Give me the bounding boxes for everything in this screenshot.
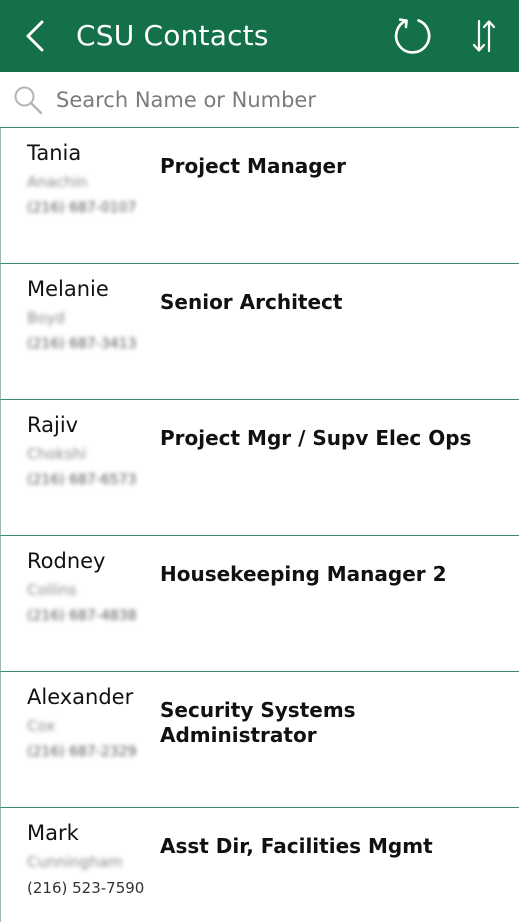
contact-last-name: Cunningham <box>27 853 123 871</box>
contact-phone: (216) 687-0107 <box>27 200 137 216</box>
sort-button[interactable] <box>468 15 500 57</box>
refresh-button[interactable] <box>392 15 434 57</box>
contact-last-name: Collins <box>27 581 77 599</box>
contact-row[interactable]: Tania Anachin (216) 687-0107 Project Man… <box>0 128 519 264</box>
contact-first-name: Rodney <box>27 549 106 573</box>
app-header: CSU Contacts <box>0 0 519 72</box>
contact-first-name: Tania <box>27 141 82 165</box>
search-icon <box>12 84 44 116</box>
contact-first-name: Mark <box>27 821 79 845</box>
contact-row[interactable]: Rodney Collins (216) 687-4838 Housekeepi… <box>0 536 519 672</box>
contact-phone: (216) 523-7590 <box>27 879 145 897</box>
contact-phone: (216) 687-4838 <box>27 608 137 624</box>
chevron-left-icon <box>26 20 44 52</box>
contact-last-name: Cox <box>27 717 56 735</box>
contact-row[interactable]: Mark Cunningham (216) 523-7590 Asst Dir,… <box>0 808 519 922</box>
contact-last-name: Boyd <box>27 309 65 327</box>
refresh-icon <box>394 18 431 54</box>
back-button[interactable] <box>18 14 58 58</box>
contact-job-title: Security Systems Administrator <box>160 698 356 747</box>
contact-phone: (216) 687-2329 <box>27 744 137 760</box>
contact-list: Tania Anachin (216) 687-0107 Project Man… <box>0 128 519 922</box>
contact-last-name: Anachin <box>27 173 88 191</box>
search-input[interactable] <box>56 82 496 118</box>
contact-row[interactable]: Melanie Boyd (216) 687-3413 Senior Archi… <box>0 264 519 400</box>
contact-job-title: Asst Dir, Facilities Mgmt <box>160 834 433 858</box>
contact-job-title: Senior Architect <box>160 290 343 314</box>
contact-first-name: Alexander <box>27 685 134 709</box>
contact-first-name: Rajiv <box>27 413 79 437</box>
contact-first-name: Melanie <box>27 277 109 301</box>
sort-icon <box>472 19 496 53</box>
search-bar <box>0 72 519 128</box>
contact-job-title: Project Mgr / Supv Elec Ops <box>160 426 472 450</box>
page-title: CSU Contacts <box>76 19 269 52</box>
contact-row[interactable]: Rajiv Chokshi (216) 687-6573 Project Mgr… <box>0 400 519 536</box>
contact-job-title: Housekeeping Manager 2 <box>160 562 447 586</box>
contact-phone: (216) 687-6573 <box>27 472 137 488</box>
contact-last-name: Chokshi <box>27 445 87 463</box>
contact-row[interactable]: Alexander Cox (216) 687-2329 Security Sy… <box>0 672 519 808</box>
contact-phone: (216) 687-3413 <box>27 336 137 352</box>
contact-job-title: Project Manager <box>160 154 346 178</box>
